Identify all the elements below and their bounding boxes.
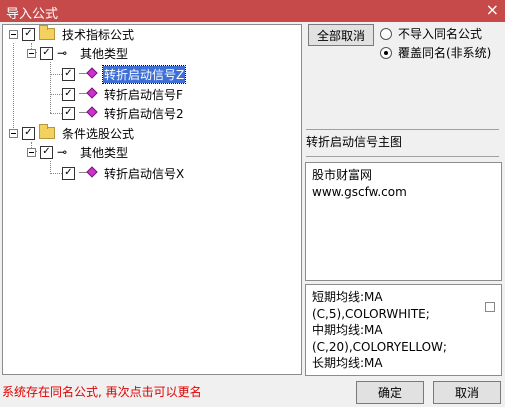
radio-no-import[interactable]: 不导入同名公式 [380,25,482,42]
key-icon: ⊸ [57,46,68,60]
deselect-all-button[interactable]: 全部取消 [308,24,374,46]
tree-subgroup-other[interactable]: ✓ ⊸ 其他类型 [27,143,129,161]
tree-connector [50,62,51,113]
folder-icon [39,124,55,139]
cancel-button[interactable]: 取消 [433,381,501,404]
collapse-icon[interactable] [27,147,36,157]
description-line: 股市财富网 [312,168,373,182]
tree-subgroup-other[interactable]: ✓ ⊸ 其他类型 [27,44,129,62]
tree-item-label[interactable]: 转折启动信号F [103,86,184,103]
checkbox[interactable]: ✓ [22,126,35,140]
checkbox[interactable]: ✓ [62,106,75,120]
collapse-icon[interactable] [9,29,18,39]
radio-label: 不导入同名公式 [398,27,483,41]
checkbox[interactable]: ✓ [22,27,35,41]
checkbox[interactable]: ✓ [40,46,53,60]
source-line: 长期均线:MA [312,356,383,370]
radio-label: 覆盖同名(非系统) [398,46,492,60]
checkbox[interactable]: ✓ [40,145,53,159]
radio-overwrite[interactable]: 覆盖同名(非系统) [380,44,491,61]
ok-button[interactable]: 确定 [356,381,424,404]
formula-icon [79,87,99,100]
formula-icon [79,67,99,80]
tree-connector [50,94,62,95]
tree-group-label: 条件选股公式 [62,126,135,141]
close-icon[interactable]: × [486,1,499,19]
formula-source-box[interactable]: 短期均线:MA (C,5),COLORWHITE; 中期均线:MA (C,20)… [305,284,502,376]
source-line: 中期均线:MA [312,323,383,337]
collapse-icon[interactable] [9,128,18,138]
checkbox[interactable]: ✓ [62,67,75,81]
checkbox[interactable]: ✓ [62,87,75,101]
formula-name: 转折启动信号主图 [306,135,403,149]
collapse-icon[interactable] [27,48,36,58]
window-title: 导入公式 [6,7,59,22]
tree-connector [13,43,14,136]
tree-item-label[interactable]: 转折启动信号2 [103,105,185,122]
title-bar: 导入公式 × [0,0,505,22]
tree-subgroup-label: 其他类型 [80,46,129,61]
tree-item-label[interactable]: 转折启动信号Z [101,64,187,84]
tree-connector [50,74,62,75]
source-line: (C,20),COLORYELLOW; [312,339,447,354]
tree-item[interactable]: ✓ 转折启动信号X [62,164,185,182]
source-line: 短期均线:MA [312,290,383,304]
tree-group-label: 技术指标公式 [62,27,135,42]
formula-icon [79,166,99,179]
radio-icon[interactable] [380,27,392,40]
tree-item[interactable]: ✓ 转折启动信号2 [62,104,185,122]
tree-item[interactable]: ✓ 转折启动信号Z [62,64,187,84]
description-line: www.gscfw.com [312,185,407,199]
folder-icon [39,25,55,40]
key-icon: ⊸ [57,145,68,159]
source-line: (C,5),COLORWHITE; [312,306,430,321]
checkbox[interactable]: ✓ [62,166,75,180]
description-box[interactable]: 股市财富网 www.gscfw.com [305,162,502,281]
tree-item-label[interactable]: 转折启动信号X [103,165,185,182]
radio-selected-icon[interactable] [380,46,392,59]
divider [306,129,499,130]
tree-connector [50,113,62,114]
tree-group-selection[interactable]: ✓ 条件选股公式 [9,124,135,142]
tree-group-indicator[interactable]: ✓ 技术指标公式 [9,25,135,43]
formula-tree[interactable]: ✓ 技术指标公式 ✓ ⊸ 其他类型 ✓ 转折启动信号Z ✓ 转折启动信号F ✓ … [2,24,302,375]
formula-icon [79,106,99,119]
tree-item[interactable]: ✓ 转折启动信号F [62,85,184,103]
status-message: 系统存在同名公式, 再次点击可以更名 [2,385,202,399]
divider [306,156,499,157]
tree-connector [50,173,62,174]
scroll-indicator-icon[interactable] [485,302,495,312]
tree-subgroup-label: 其他类型 [80,145,129,160]
